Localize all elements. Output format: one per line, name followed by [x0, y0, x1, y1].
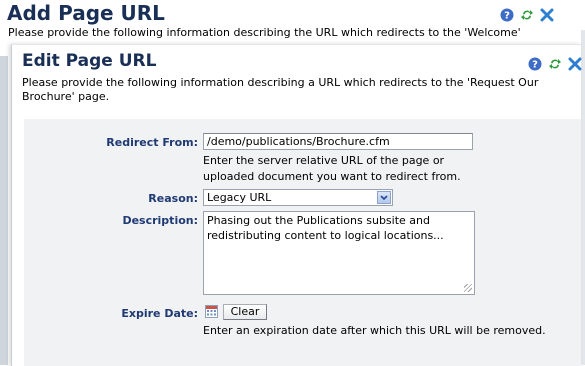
svg-text:?: ?	[504, 11, 510, 22]
background-dialog-description: Please provide the following information…	[8, 26, 521, 39]
redirect-from-help: Enter the server relative URL of the pag…	[203, 154, 461, 183]
redirect-from-input[interactable]: /demo/publications/Brochure.cfm	[203, 133, 473, 150]
edit-page-url-dialog: Edit Page URL ? Please provide the follo…	[11, 44, 582, 366]
form-panel: Redirect From: /demo/publications/Brochu…	[24, 119, 581, 366]
description-textarea[interactable]: Phasing out the Publications subsite and…	[203, 211, 475, 295]
chevron-down-icon[interactable]	[377, 191, 391, 204]
dialog-icons: ?	[528, 57, 582, 71]
dialog-description: Please provide the following information…	[22, 76, 539, 103]
description-label: Description:	[122, 214, 198, 227]
svg-text:?: ?	[532, 60, 538, 71]
expire-date-label: Expire Date:	[121, 307, 198, 320]
redirect-from-label: Redirect From:	[106, 136, 198, 149]
reason-select[interactable]: Legacy URL	[203, 189, 393, 206]
background-dialog-title: Add Page URL	[7, 1, 165, 25]
background-dialog-border	[0, 56, 8, 365]
reason-label: Reason:	[148, 192, 198, 205]
resize-grip-icon[interactable]	[464, 284, 472, 292]
reason-selected-value: Legacy URL	[207, 191, 272, 204]
close-icon[interactable]	[568, 57, 582, 71]
help-icon[interactable]: ?	[500, 8, 514, 22]
clear-date-button[interactable]: Clear	[223, 304, 267, 320]
description-text: Phasing out the Publications subsite and…	[207, 214, 444, 242]
expire-date-help: Enter an expiration date after which thi…	[203, 324, 546, 337]
help-icon[interactable]: ?	[528, 57, 542, 71]
background-dialog-icons: ?	[500, 8, 554, 22]
calendar-icon[interactable]	[205, 305, 218, 318]
background-dialog-border-right	[581, 30, 585, 365]
dialog-title: Edit Page URL	[22, 51, 157, 71]
close-icon[interactable]	[540, 8, 554, 22]
refresh-icon[interactable]	[520, 8, 534, 22]
refresh-icon[interactable]	[548, 57, 562, 71]
